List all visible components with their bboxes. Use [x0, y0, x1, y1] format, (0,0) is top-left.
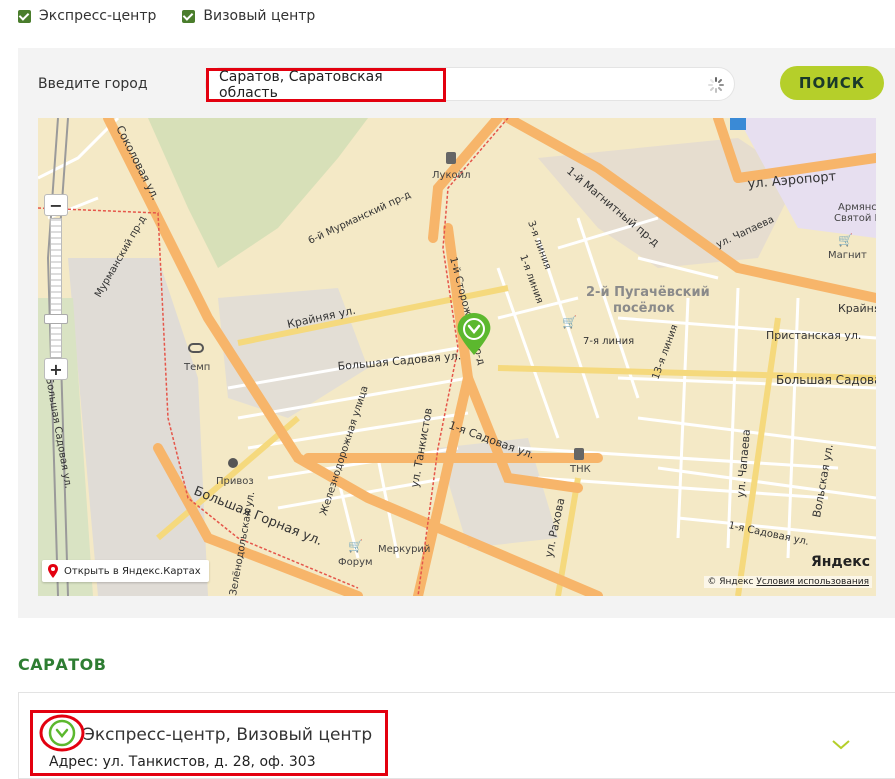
poi-armyan: Армянск	[838, 202, 876, 213]
open-in-yandex-maps-label: Открыть в Яндекс.Картах	[64, 565, 201, 577]
zoom-control[interactable]: − +	[42, 194, 70, 384]
poi-lukoil: Лукойл	[432, 170, 471, 181]
map-panel: Введите город Саратов, Саратовская облас…	[18, 48, 895, 618]
zoom-slider-handle[interactable]	[44, 314, 68, 324]
map-label-pugach: 2-й Пугачёвский	[586, 285, 710, 300]
map-label-liniya7: 7-я линия	[583, 336, 634, 347]
result-title: Экспресс-центр, Визовый центр	[83, 725, 373, 745]
map-label-pristanskaya: Пристанская ул.	[766, 329, 861, 342]
map-view[interactable]: Соколовая ул. 6-й Мурманский пр-д Мурман…	[38, 118, 876, 596]
filter-bar: Экспресс-центр Визовый центр	[18, 8, 315, 24]
city-label: Введите город	[38, 76, 148, 92]
city-input[interactable]: Саратов, Саратовская область	[206, 68, 446, 102]
open-in-yandex-maps-link[interactable]: Открыть в Яндекс.Картах	[42, 560, 209, 582]
filter-express-center-label: Экспресс-центр	[39, 8, 157, 24]
checkmark-circle-icon	[39, 714, 85, 752]
map-pin-icon	[48, 564, 58, 578]
terms-link[interactable]: Условия использования	[756, 577, 869, 587]
copyright-text: © Яндекс	[707, 577, 754, 587]
result-card[interactable]: Экспресс-центр, Визовый центр Адрес: ул.…	[18, 692, 895, 779]
cart-icon-1: 🛒	[562, 315, 577, 329]
poi-magnit: Магнит	[828, 250, 867, 261]
map-canvas[interactable]: Соколовая ул. 6-й Мурманский пр-д Мурман…	[38, 118, 876, 596]
zoom-in-button[interactable]: +	[44, 358, 68, 380]
poi-privoz: Привоз	[216, 476, 254, 487]
city-input-wrapper[interactable]: Саратов, Саратовская область	[205, 67, 735, 102]
zoom-slider-track[interactable]	[50, 218, 62, 358]
map-label-poselok: посёлок	[613, 301, 675, 316]
filter-visa-center[interactable]: Визовый центр	[182, 8, 315, 24]
zoom-out-button[interactable]: −	[44, 194, 68, 216]
cart-icon-3: 🛒	[838, 233, 853, 247]
fuel-station-2-icon	[574, 448, 584, 460]
map-label-bsadovaya-right: Большая Садова	[776, 373, 876, 387]
fuel-station-icon	[446, 152, 456, 164]
poi-svyatoi: Святой Б	[834, 213, 876, 224]
checkbox-express-center[interactable]	[18, 9, 31, 23]
chevron-down-icon[interactable]	[831, 739, 851, 751]
result-address: Адрес: ул. Танкистов, д. 28, оф. 303	[49, 754, 316, 770]
poi-forum: Форум	[338, 557, 373, 568]
map-copyright: © Яндекс Условия использования	[704, 576, 872, 588]
poi-temp: Темп	[183, 362, 210, 373]
yandex-logo: Яндекс	[810, 554, 870, 570]
loading-spinner-icon	[708, 77, 724, 93]
checkbox-visa-center[interactable]	[182, 9, 196, 23]
city-heading: САРАТОВ	[18, 655, 107, 674]
cart-icon-2: 🛒	[348, 539, 363, 553]
search-button[interactable]: ПОИСК	[780, 66, 884, 100]
airport-icon	[730, 118, 746, 130]
filter-visa-center-label: Визовый центр	[203, 8, 316, 24]
poi-tnk: ТНК	[569, 464, 591, 475]
poi-merkuriy: Меркурий	[378, 544, 430, 555]
market-icon	[228, 458, 238, 468]
filter-express-center[interactable]: Экспресс-центр	[18, 8, 156, 24]
map-label-kraynyaya2: Крайня	[838, 302, 876, 315]
